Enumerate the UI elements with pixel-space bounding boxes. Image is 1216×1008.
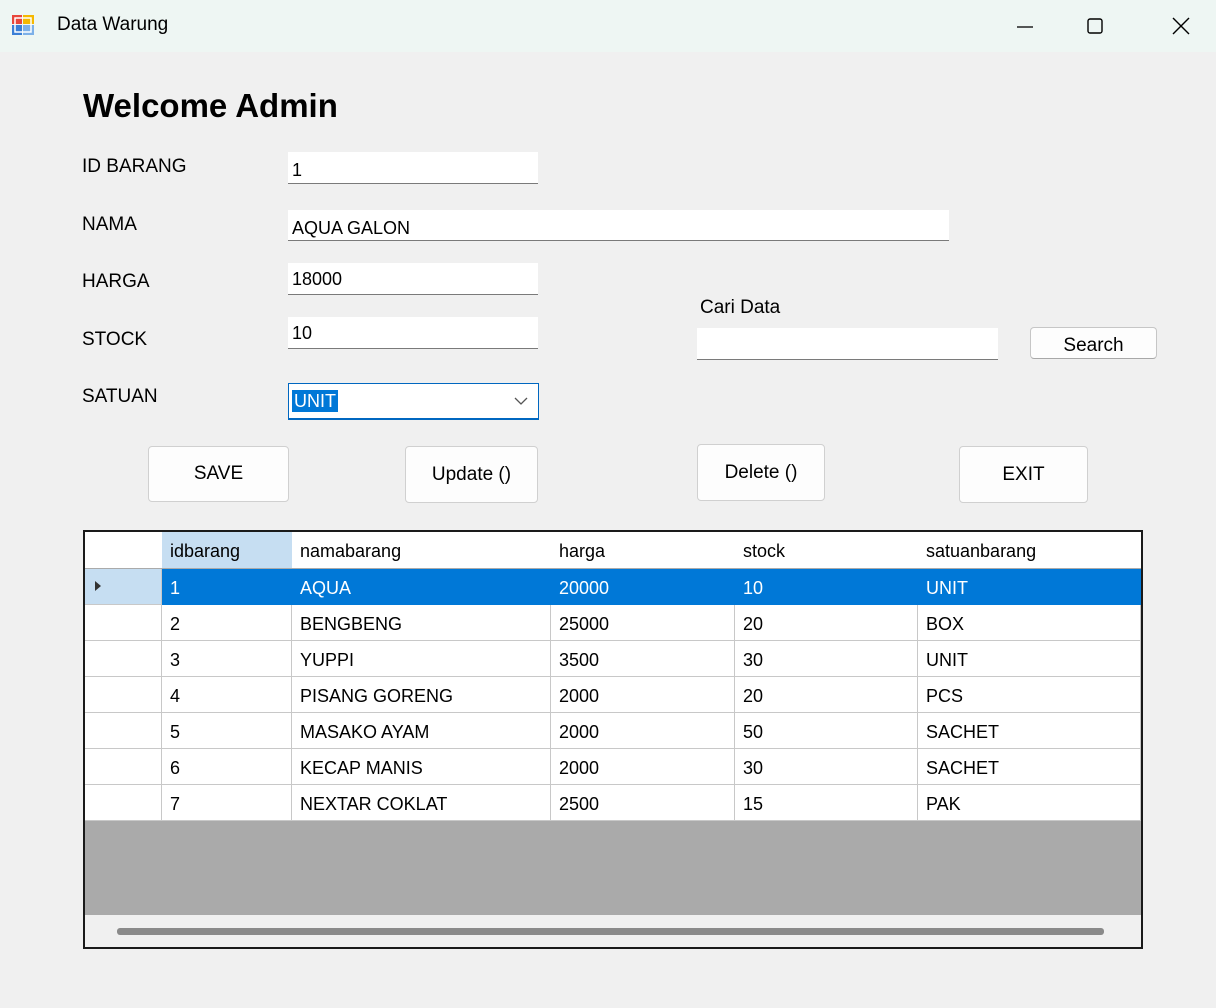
column-header-stock[interactable]: stock <box>735 532 918 568</box>
cell-harga[interactable]: 2500 <box>551 785 735 821</box>
cell-idbarang[interactable]: 6 <box>162 749 292 785</box>
nama-label: NAMA <box>82 214 137 235</box>
scrollbar-thumb[interactable] <box>117 928 1104 935</box>
cell-satuanbarang[interactable]: SACHET <box>918 713 1141 749</box>
table-row[interactable]: 1 AQUA 20000 10 UNIT <box>85 569 1141 605</box>
table-row[interactable]: 4 PISANG GORENG 2000 20 PCS <box>85 677 1141 713</box>
cell-stock[interactable]: 20 <box>735 677 918 713</box>
cell-harga[interactable]: 25000 <box>551 605 735 641</box>
cell-satuanbarang[interactable]: PAK <box>918 785 1141 821</box>
column-header-idbarang[interactable]: idbarang <box>162 532 292 568</box>
cell-stock[interactable]: 15 <box>735 785 918 821</box>
cell-idbarang[interactable]: 5 <box>162 713 292 749</box>
horizontal-scrollbar[interactable] <box>85 915 1141 947</box>
cell-harga[interactable]: 2000 <box>551 749 735 785</box>
minimize-button[interactable] <box>990 0 1060 52</box>
cell-idbarang[interactable]: 7 <box>162 785 292 821</box>
nama-input[interactable] <box>288 210 949 241</box>
column-header-satuanbarang[interactable]: satuanbarang <box>918 532 1141 568</box>
cell-stock[interactable]: 50 <box>735 713 918 749</box>
close-icon <box>1172 17 1190 35</box>
row-header[interactable] <box>85 677 162 713</box>
table-row[interactable]: 6 KECAP MANIS 2000 30 SACHET <box>85 749 1141 785</box>
cell-satuanbarang[interactable]: BOX <box>918 605 1141 641</box>
row-header-corner <box>85 532 162 568</box>
cell-namabarang[interactable]: PISANG GORENG <box>292 677 551 713</box>
cell-harga[interactable]: 2000 <box>551 677 735 713</box>
stock-input[interactable] <box>288 317 538 349</box>
row-header[interactable] <box>85 569 162 605</box>
cell-satuanbarang[interactable]: SACHET <box>918 749 1141 785</box>
cell-satuanbarang[interactable]: UNIT <box>918 641 1141 677</box>
current-row-arrow-icon <box>95 581 101 591</box>
stock-label: STOCK <box>82 329 148 350</box>
cell-namabarang[interactable]: YUPPI <box>292 641 551 677</box>
cell-namabarang[interactable]: AQUA <box>292 569 551 605</box>
cell-satuanbarang[interactable]: PCS <box>918 677 1141 713</box>
table-row[interactable]: 7 NEXTAR COKLAT 2500 15 PAK <box>85 785 1141 821</box>
window-title: Data Warung <box>57 14 169 35</box>
satuan-label: SATUAN <box>82 386 158 407</box>
row-header[interactable] <box>85 605 162 641</box>
delete-button[interactable]: Delete () <box>697 444 825 501</box>
table-row[interactable]: 3 YUPPI 3500 30 UNIT <box>85 641 1141 677</box>
data-grid[interactable]: idbarang namabarang harga stock satuanba… <box>83 530 1143 949</box>
row-header[interactable] <box>85 641 162 677</box>
maximize-icon <box>1087 18 1103 34</box>
satuan-select[interactable]: UNIT <box>288 383 539 420</box>
row-header[interactable] <box>85 785 162 821</box>
cell-stock[interactable]: 20 <box>735 605 918 641</box>
minimize-icon <box>1017 26 1033 28</box>
cell-stock[interactable]: 10 <box>735 569 918 605</box>
satuan-selected-value: UNIT <box>292 390 338 412</box>
cell-stock[interactable]: 30 <box>735 641 918 677</box>
harga-label: HARGA <box>82 271 150 292</box>
cell-namabarang[interactable]: KECAP MANIS <box>292 749 551 785</box>
chevron-down-icon <box>514 397 528 405</box>
row-header[interactable] <box>85 749 162 785</box>
title-bar: Data Warung <box>0 0 1216 52</box>
cell-namabarang[interactable]: MASAKO AYAM <box>292 713 551 749</box>
save-button[interactable]: SAVE <box>148 446 289 502</box>
cell-satuanbarang[interactable]: UNIT <box>918 569 1141 605</box>
search-label: Cari Data <box>700 297 781 318</box>
id-barang-label: ID BARANG <box>82 156 187 177</box>
app-icon <box>12 15 34 35</box>
cell-idbarang[interactable]: 1 <box>162 569 292 605</box>
cell-namabarang[interactable]: BENGBENG <box>292 605 551 641</box>
cell-harga[interactable]: 3500 <box>551 641 735 677</box>
cell-harga[interactable]: 2000 <box>551 713 735 749</box>
column-header-namabarang[interactable]: namabarang <box>292 532 551 568</box>
column-header-harga[interactable]: harga <box>551 532 735 568</box>
table-row[interactable]: 2 BENGBENG 25000 20 BOX <box>85 605 1141 641</box>
cell-idbarang[interactable]: 3 <box>162 641 292 677</box>
search-input[interactable] <box>697 328 998 360</box>
page-title: Welcome Admin <box>83 87 338 124</box>
cell-harga[interactable]: 20000 <box>551 569 735 605</box>
harga-input[interactable] <box>288 263 538 295</box>
update-button[interactable]: Update () <box>405 446 538 503</box>
cell-idbarang[interactable]: 4 <box>162 677 292 713</box>
exit-button[interactable]: EXIT <box>959 446 1088 503</box>
cell-namabarang[interactable]: NEXTAR COKLAT <box>292 785 551 821</box>
cell-stock[interactable]: 30 <box>735 749 918 785</box>
grid-header-row: idbarang namabarang harga stock satuanba… <box>85 532 1141 568</box>
close-button[interactable] <box>1146 0 1216 52</box>
search-button[interactable]: Search <box>1030 327 1157 359</box>
cell-idbarang[interactable]: 2 <box>162 605 292 641</box>
table-row[interactable]: 5 MASAKO AYAM 2000 50 SACHET <box>85 713 1141 749</box>
row-header[interactable] <box>85 713 162 749</box>
maximize-button[interactable] <box>1060 0 1130 52</box>
id-barang-input[interactable] <box>288 152 538 184</box>
